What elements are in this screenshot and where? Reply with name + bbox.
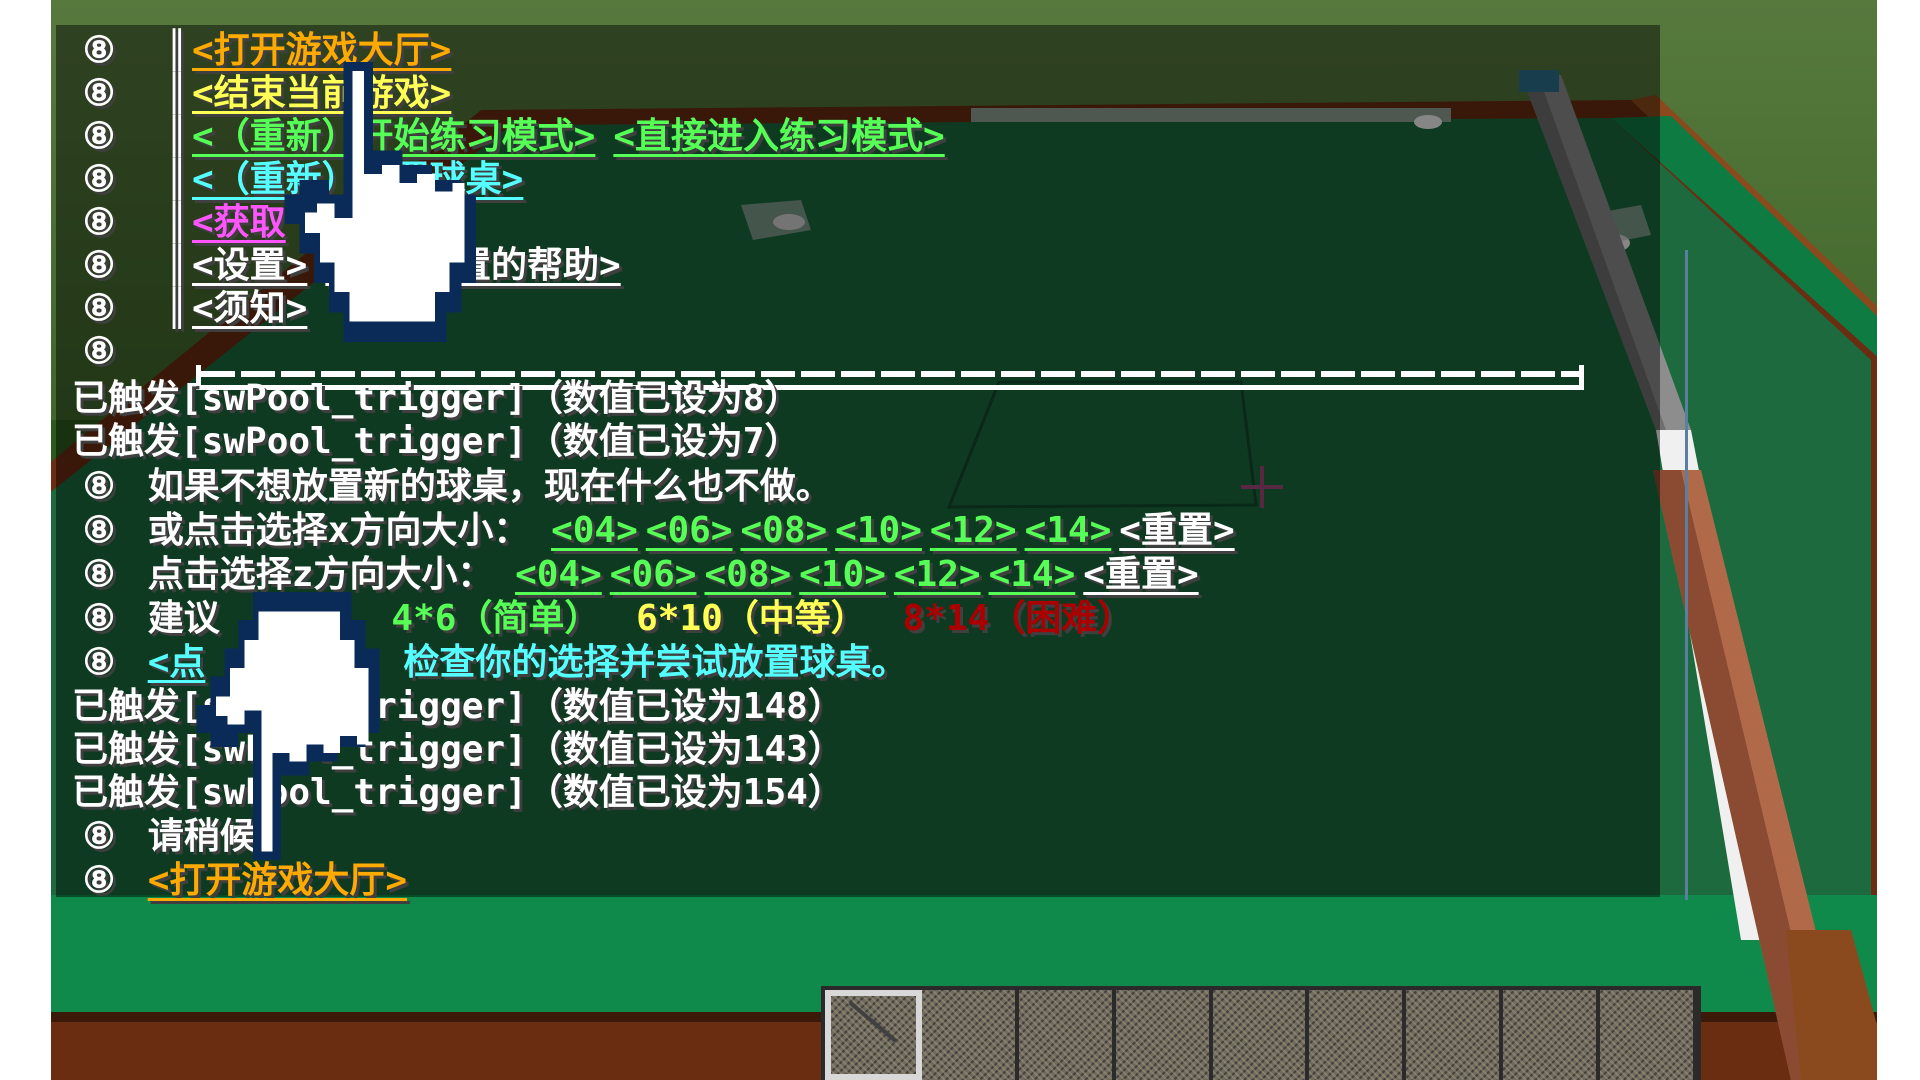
hotbar-slot-4[interactable] xyxy=(1115,990,1213,1080)
message-prefix: ⑧ xyxy=(82,510,116,551)
suggest-hard: 8*14（困难） xyxy=(902,598,1134,639)
x-size-line: ⑧ 或点击选择x方向大小： <04> <06> <08> <10> <12> <14> <重… xyxy=(56,509,1253,552)
hand-pointer-icon xyxy=(284,62,477,342)
x-size-label: 或点击选择x方向大小： xyxy=(147,510,530,551)
hotbar-slot-7[interactable] xyxy=(1406,990,1504,1080)
enter-practice-link[interactable]: <直接进入练习模式> xyxy=(613,116,944,157)
menu-border: ║ xyxy=(166,202,188,243)
x-size-reset[interactable]: <重置> xyxy=(1119,510,1234,551)
x-size-06[interactable]: <06> xyxy=(646,510,733,551)
menu-prefix: ⑧ xyxy=(82,288,116,329)
z-size-06[interactable]: <06> xyxy=(610,554,697,595)
z-size-12[interactable]: <12> xyxy=(894,554,981,595)
z-size-label: 点击选择z方向大小： xyxy=(147,554,494,595)
menu-border: ║ xyxy=(166,159,188,200)
chat-message: ⑧ 如果不想放置新的球桌，现在什么也不做。 xyxy=(56,465,832,508)
check-text: 检查你的选择并尝试放置球桌。 xyxy=(403,642,908,683)
chat-message: 已触发[swPool_trigger]（数值已设为154） xyxy=(56,771,844,814)
hotbar-slot-3[interactable] xyxy=(1018,990,1116,1080)
hotbar-slot-9[interactable] xyxy=(1600,990,1698,1080)
hand-pointer-icon xyxy=(196,592,380,860)
hotbar-slot-6[interactable] xyxy=(1309,990,1407,1080)
menu-border: ║ xyxy=(166,245,188,286)
open-lobby-link-bottom[interactable]: <打开游戏大厅> xyxy=(148,860,407,901)
menu-line: ⑧ ║ <（重新）开始练习模式> <直接进入练习模式> xyxy=(56,115,963,158)
trigger-message: 已触发[swPool_trigger]（数值已设为7） xyxy=(72,421,801,462)
hotbar-slot-2[interactable] xyxy=(921,990,1019,1080)
suggest-easy: 4*6（简单） xyxy=(391,598,601,639)
menu-prefix: ⑧ xyxy=(82,159,116,200)
menu-prefix: ⑧ xyxy=(82,73,116,114)
menu-line: ⑧ xyxy=(56,330,126,373)
menu-prefix: ⑧ xyxy=(82,30,116,71)
z-size-08[interactable]: <08> xyxy=(704,554,791,595)
menu-border: ║ xyxy=(166,116,188,157)
lobby-line: ⑧ <打开游戏大厅> xyxy=(56,859,425,902)
menu-prefix: ⑧ xyxy=(82,331,116,372)
chat-message: 已触发[swPool_trigger]（数值已设为148） xyxy=(56,685,844,728)
message-prefix: ⑧ xyxy=(82,598,116,639)
menu-prefix: ⑧ xyxy=(82,245,116,286)
menu-prefix: ⑧ xyxy=(82,202,116,243)
z-size-line: ⑧ 点击选择z方向大小： <04> <06> <08> <10> <12> <14> <重置… xyxy=(56,553,1217,596)
chat-message: 已触发[swPool_trigger]（数值已设为7） xyxy=(56,420,800,463)
z-size-reset[interactable]: <重置> xyxy=(1083,554,1198,595)
menu-prefix: ⑧ xyxy=(82,116,116,157)
x-size-04[interactable]: <04> xyxy=(551,510,638,551)
z-size-04[interactable]: <04> xyxy=(515,554,602,595)
menu-border: ║ xyxy=(166,30,188,71)
message-prefix: ⑧ xyxy=(82,554,116,595)
x-size-14[interactable]: <14> xyxy=(1025,510,1112,551)
message-prefix: ⑧ xyxy=(82,860,116,901)
x-size-12[interactable]: <12> xyxy=(930,510,1017,551)
x-size-10[interactable]: <10> xyxy=(835,510,922,551)
hotbar-slot-1[interactable] xyxy=(825,990,922,1080)
trigger-message: 已触发[swPool_trigger]（数值已设为8） xyxy=(72,378,801,419)
message-prefix: ⑧ xyxy=(82,816,116,857)
x-size-08[interactable]: <08> xyxy=(740,510,827,551)
menu-border: ║ xyxy=(166,73,188,114)
menu-border: ║ xyxy=(166,288,188,329)
hotbar[interactable] xyxy=(821,986,1701,1080)
hotbar-slot-8[interactable] xyxy=(1503,990,1601,1080)
suggest-medium: 6*10（中等） xyxy=(636,598,867,639)
z-size-14[interactable]: <14> xyxy=(989,554,1076,595)
menu-line: ⑧ ║ <获取 xyxy=(56,201,304,244)
chat-message: 已触发[swPool_trigger]（数值已设为8） xyxy=(56,377,800,420)
message-prefix: ⑧ xyxy=(82,642,116,683)
hotbar-slot-5[interactable] xyxy=(1212,990,1310,1080)
chat-message: 已触发[swPool_trigger]（数值已设为143） xyxy=(56,728,844,771)
pool-cue-icon xyxy=(848,1001,898,1043)
z-size-10[interactable]: <10> xyxy=(799,554,886,595)
message-prefix: ⑧ xyxy=(82,466,116,507)
hint-text: 如果不想放置新的球桌，现在什么也不做。 xyxy=(147,466,832,507)
